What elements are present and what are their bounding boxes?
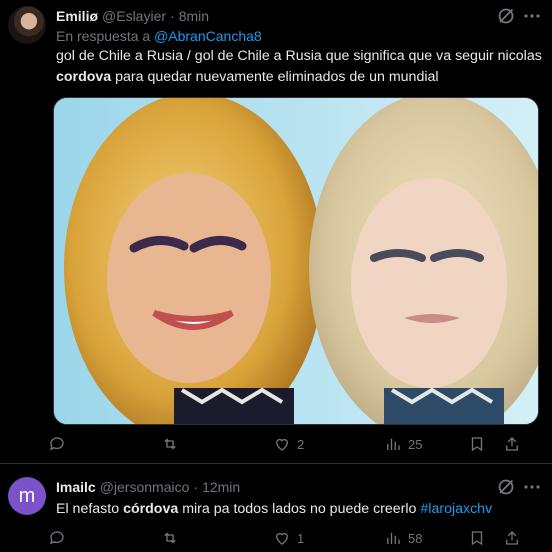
- views-count: 25: [408, 436, 423, 452]
- share-button[interactable]: [503, 432, 521, 456]
- avatar[interactable]: [8, 6, 46, 44]
- bookmark-icon: [471, 437, 483, 452]
- tweet-time[interactable]: 8min: [179, 8, 209, 24]
- tweet-actions: 2 25: [48, 432, 538, 456]
- tweet-text-bold: córdova: [123, 501, 179, 517]
- author-name[interactable]: Emiliø: [56, 8, 98, 24]
- tweet-text-line: gol de Chile a Rusia / gol de Chile a Ru…: [56, 48, 542, 64]
- avatar-letter: m: [18, 484, 36, 507]
- retweet-button[interactable]: [161, 526, 185, 550]
- tweet-media-image[interactable]: [53, 97, 539, 425]
- tweet-text-post: mira pa todos lados no puede creerlo: [178, 501, 417, 517]
- bookmark-button[interactable]: [468, 526, 486, 550]
- tweet-header: Emiliø @Eslayier · 8min: [56, 6, 209, 26]
- separator-dot: ·: [193, 479, 199, 495]
- like-icon: [276, 532, 288, 545]
- bookmark-button[interactable]: [468, 432, 486, 456]
- reply-mention-link[interactable]: @AbranCancha8: [154, 28, 262, 44]
- tweet-header: Imailc @jersonmaico · 12min: [56, 477, 240, 497]
- grok-icon[interactable]: [496, 6, 516, 26]
- author-name[interactable]: Imailc: [56, 479, 96, 495]
- bookmark-icon: [471, 531, 483, 546]
- share-button[interactable]: [503, 526, 521, 550]
- reply-button[interactable]: [48, 432, 72, 456]
- tweet[interactable]: Emiliø @Eslayier · 8min En respuesta a @…: [0, 0, 552, 464]
- tweet-text-pre: El nefasto: [56, 501, 120, 517]
- reply-prefix: En respuesta a: [56, 28, 151, 44]
- views-button[interactable]: 25: [384, 432, 422, 456]
- retweet-button[interactable]: [161, 432, 185, 456]
- like-count: 1: [297, 530, 305, 546]
- like-icon: [276, 438, 288, 451]
- more-icon[interactable]: [522, 6, 542, 26]
- tweet-time[interactable]: 12min: [202, 479, 240, 495]
- author-handle[interactable]: @Eslayier: [102, 8, 166, 24]
- reply-button[interactable]: [48, 526, 72, 550]
- grok-icon[interactable]: [496, 477, 516, 497]
- views-icon: [387, 532, 400, 544]
- like-button[interactable]: 2: [273, 432, 304, 456]
- reply-icon: [49, 531, 64, 545]
- retweet-icon: [164, 532, 176, 544]
- media-photo: [54, 98, 538, 424]
- share-icon: [506, 437, 518, 451]
- tweet-actions: 1 58: [48, 526, 538, 550]
- hashtag-link[interactable]: #larojaxchv: [420, 501, 492, 517]
- share-icon: [506, 531, 518, 545]
- views-count: 58: [408, 530, 423, 546]
- tweet-text: El nefasto córdova mira pa todos lados n…: [56, 499, 546, 520]
- more-icon[interactable]: [522, 477, 542, 497]
- tweet-text-bold: cordova: [56, 69, 112, 85]
- views-button[interactable]: 58: [384, 526, 422, 550]
- avatar[interactable]: m: [8, 477, 46, 515]
- retweet-icon: [164, 438, 176, 450]
- like-count: 2: [297, 436, 305, 452]
- tweet-text: gol de Chile a Rusia / gol de Chile a Ru…: [56, 46, 546, 88]
- separator-dot: ·: [170, 8, 175, 24]
- like-button[interactable]: 1: [273, 526, 304, 550]
- author-handle[interactable]: @jersonmaico: [100, 479, 190, 495]
- views-icon: [387, 438, 400, 450]
- tweet-text-rest: para quedar nuevamente eliminados de un …: [115, 69, 439, 85]
- reply-context: En respuesta a @AbranCancha8: [56, 28, 262, 44]
- reply-icon: [49, 437, 64, 451]
- tweet[interactable]: m Imailc @jersonmaico · 12min El nefasto…: [0, 465, 552, 552]
